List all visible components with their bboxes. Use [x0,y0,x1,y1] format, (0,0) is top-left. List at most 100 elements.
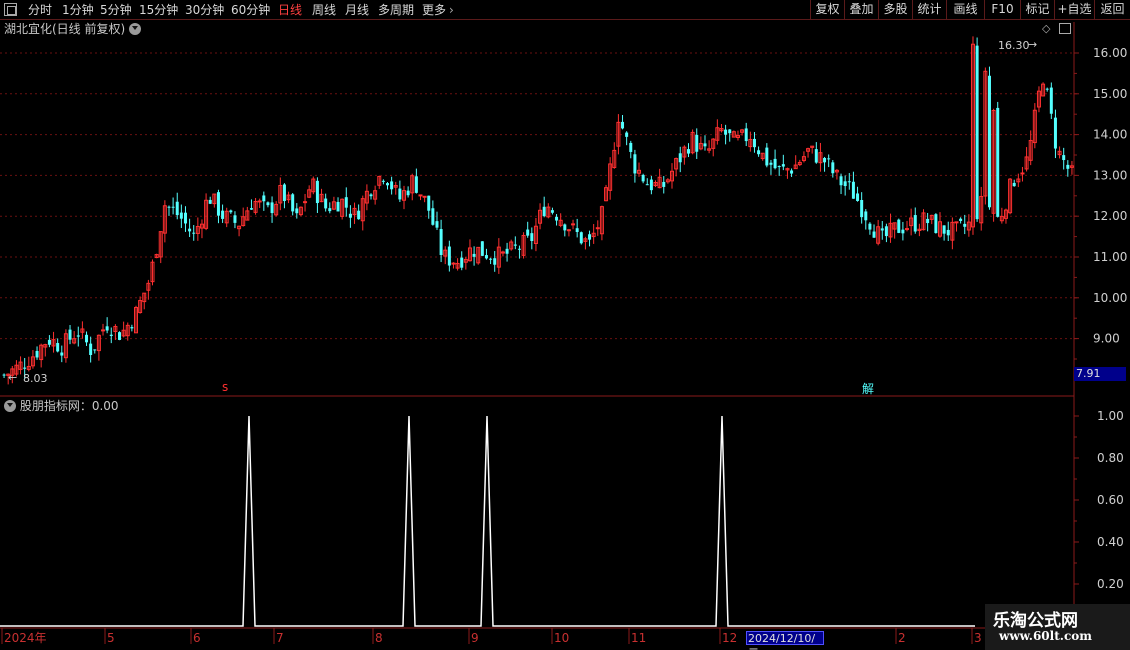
candle-body [843,181,847,187]
chart-frame [0,22,1130,629]
candle-body [752,138,756,148]
indicator-line [0,415,975,627]
candle-body [439,229,443,256]
signal-marker-jie: 解 [862,382,875,396]
candle-body [695,134,699,152]
candle-body [183,212,187,224]
diamond-icon[interactable]: ◇ [1042,22,1050,35]
candle-body [221,210,225,219]
candle-body [814,149,818,163]
indicator-axis: 1.00 0.80 0.60 0.40 0.20 [1074,409,1124,606]
candle-body [109,334,113,336]
candle-body [171,206,175,208]
candle-body [526,229,530,236]
candle-body [105,326,109,331]
candle-body [447,246,451,266]
indicator-tick-label: 0.60 [1097,493,1124,507]
chevron-down-icon[interactable] [129,23,142,35]
candle-body [47,339,51,345]
candle-body [1012,182,1016,187]
low-price-label: 8.03 [23,372,48,385]
candle-body [427,195,431,211]
candle-body [963,223,967,227]
main-panel-header: 湖北宜化(日线 前复权) [4,21,142,37]
candle-body [934,214,938,234]
candle-body [588,234,592,240]
candle-body [35,350,39,358]
indicator-tick-label: 0.80 [1097,451,1124,465]
candle-body [208,199,212,204]
date-tick-label: 3 [974,631,982,645]
candle-body [550,210,554,213]
candle-body [192,232,196,234]
candle-body [744,128,748,142]
chevron-down-icon[interactable] [4,400,16,412]
indicator-tick-label: 0.40 [1097,535,1124,549]
candle-body [880,228,884,231]
candle-body [926,218,930,224]
candle-body [175,201,179,216]
candle-body [860,200,864,218]
chart-canvas[interactable]: 16.0015.0014.0013.0012.0011.0010.009.00 … [0,0,1130,650]
candle-body [530,233,534,242]
price-tick-label: 15.00 [1093,87,1127,101]
candle-body [188,228,192,232]
candle-body [678,153,682,163]
candle-body [282,184,286,202]
indicator-title: 股朋指标网：0.00 [19,399,119,413]
candle-body [571,223,576,226]
indicator-tick-label: 0.20 [1097,577,1124,591]
candle-body [975,45,979,220]
candle-body [60,352,64,356]
candle-body [451,262,456,265]
candle-body [703,143,707,147]
watermark-title: 乐淘公式网 [993,611,1078,631]
candle-body [1053,117,1057,149]
candle-body [728,129,732,134]
candle-body [480,241,484,256]
candle-body [641,174,645,182]
candle-body [542,206,546,217]
candle-body [781,164,785,167]
candle-body [856,193,860,201]
candle-body [621,121,625,129]
price-tick-label: 13.00 [1093,168,1127,182]
price-tick-label: 10.00 [1093,291,1127,305]
panel-toggle-icon[interactable] [1059,23,1071,34]
current-price-box: 7.91 [1074,367,1126,381]
candle-body [179,212,183,219]
price-tick-label: 11.00 [1093,250,1127,264]
date-tick-label: 2 [898,631,906,645]
candle-body [563,224,567,231]
candle-body [1049,87,1053,114]
candle-body [414,176,418,193]
high-price-label: 16.30 [998,39,1030,52]
candle-body [633,154,637,174]
candle-body [101,329,106,332]
candle-body [872,231,876,238]
candle-body [303,201,308,204]
date-tick-label: 5 [107,631,115,645]
indicator-series [0,415,975,627]
candle-body [249,208,253,210]
candle-body [229,210,233,213]
candle-body [757,150,761,155]
date-axis: 2024年 5 6 7 8 9 10 11 12 2 3 [1,628,982,645]
candle-body [851,181,855,199]
candle-body [315,180,319,204]
candle-body [662,181,666,187]
candle-body [233,215,237,223]
candle-body [291,194,295,212]
date-tick-label: 2024年 [4,631,47,645]
candle-body [336,201,340,212]
stock-title: 湖北宜化(日线 前复权) [4,22,126,36]
signal-marker-s: s [222,380,229,394]
candle-body [959,218,963,221]
candle-body [328,208,332,212]
candle-body [579,232,583,244]
candle-body [324,198,328,209]
price-tick-label: 9.00 [1093,332,1120,346]
date-tick-label: 7 [276,631,284,645]
candle-body [1066,164,1070,169]
arrow-right-icon: → [1028,38,1038,51]
